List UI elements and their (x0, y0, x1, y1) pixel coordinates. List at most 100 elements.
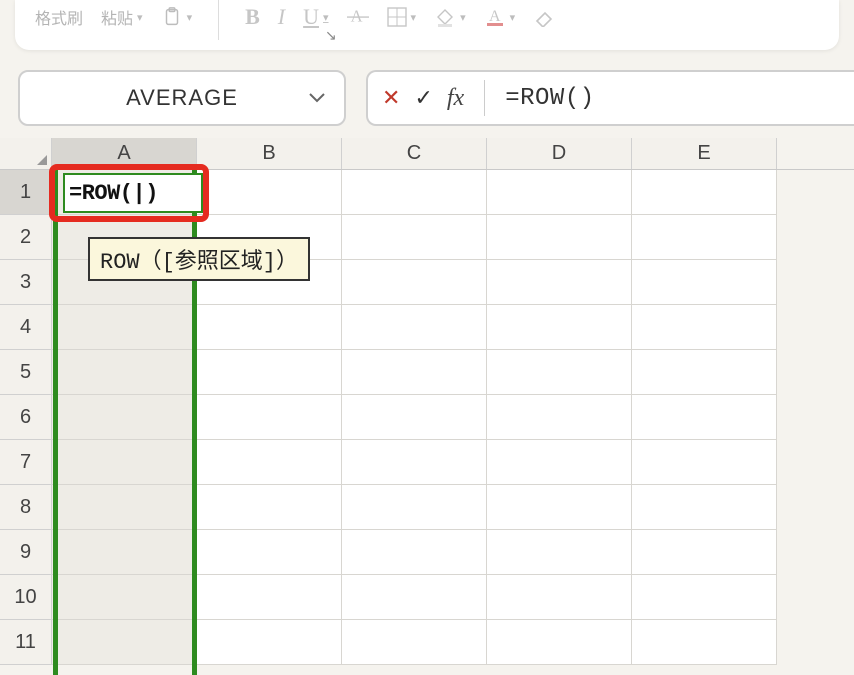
cell[interactable] (342, 215, 487, 260)
cell[interactable] (342, 350, 487, 395)
cell[interactable] (197, 530, 342, 575)
eraser-button[interactable] (533, 7, 555, 27)
cell[interactable] (197, 485, 342, 530)
cell[interactable] (52, 440, 197, 485)
cell[interactable] (487, 575, 632, 620)
font-color-button[interactable]: A ▾ (484, 7, 516, 27)
chevron-down-icon[interactable] (308, 92, 326, 104)
fx-label[interactable]: fx (447, 85, 464, 112)
cell[interactable] (52, 620, 197, 665)
borders-button[interactable]: ▾ (387, 7, 417, 27)
cell[interactable] (342, 305, 487, 350)
cell[interactable] (342, 620, 487, 665)
svg-text:A: A (489, 8, 501, 25)
cell[interactable] (342, 575, 487, 620)
cell-editor-input[interactable]: =ROW(|) (63, 173, 203, 213)
cell[interactable] (52, 575, 197, 620)
clipboard-button[interactable]: ▾ (161, 6, 193, 28)
cell[interactable] (632, 575, 777, 620)
cell[interactable] (197, 170, 342, 215)
cell[interactable] (487, 620, 632, 665)
confirm-button[interactable]: ✓ (414, 85, 432, 111)
row-header[interactable]: 5 (0, 350, 52, 395)
cell[interactable] (342, 440, 487, 485)
cell[interactable] (632, 530, 777, 575)
name-box-value: AVERAGE (126, 85, 238, 111)
bold-button[interactable]: B (245, 4, 260, 30)
cell[interactable] (632, 395, 777, 440)
cell[interactable] (487, 395, 632, 440)
grid-body: 1 2 3 4 5 6 7 8 9 10 11 (0, 170, 854, 665)
cell[interactable] (197, 350, 342, 395)
cell[interactable] (197, 440, 342, 485)
cell[interactable] (487, 215, 632, 260)
cell[interactable] (632, 620, 777, 665)
format-painter-button[interactable]: 格式刷 (35, 5, 83, 29)
column-header-B[interactable]: B (197, 138, 342, 169)
column-header-C[interactable]: C (342, 138, 487, 169)
row-header[interactable]: 4 (0, 305, 52, 350)
cell[interactable] (487, 350, 632, 395)
fill-color-button[interactable]: ▾ (434, 7, 466, 27)
row-header[interactable]: 10 (0, 575, 52, 620)
clipboard-icon (161, 6, 183, 28)
ribbon-toolbar: 格式刷 粘贴 ▾ ▾ B I U▾ A ▾ ▾ A ▾ (15, 0, 839, 50)
cell[interactable] (632, 215, 777, 260)
row-header[interactable]: 1 (0, 170, 52, 215)
formula-input[interactable]: =ROW() (505, 85, 594, 112)
row-header[interactable]: 9 (0, 530, 52, 575)
row-header[interactable]: 7 (0, 440, 52, 485)
cell[interactable] (487, 485, 632, 530)
cell[interactable] (487, 305, 632, 350)
cell[interactable] (487, 260, 632, 305)
column-header-D[interactable]: D (487, 138, 632, 169)
cell[interactable] (632, 350, 777, 395)
cell[interactable] (632, 170, 777, 215)
italic-button[interactable]: I (278, 4, 285, 30)
cell[interactable] (52, 485, 197, 530)
cells-area[interactable]: =ROW(|) ROW（[参照区域]） (52, 170, 854, 665)
cell[interactable] (487, 170, 632, 215)
column-header-E[interactable]: E (632, 138, 777, 169)
select-all-button[interactable] (0, 138, 52, 169)
name-box[interactable]: AVERAGE (18, 70, 346, 126)
dialog-launcher-icon[interactable]: ↘ (325, 27, 337, 44)
row-header[interactable]: 11 (0, 620, 52, 665)
chevron-down-icon: ▾ (510, 11, 516, 24)
cell[interactable] (632, 440, 777, 485)
cell[interactable] (342, 260, 487, 305)
cell[interactable] (342, 485, 487, 530)
cell[interactable] (632, 485, 777, 530)
cell[interactable] (52, 305, 197, 350)
strikethrough-button[interactable]: A (347, 8, 369, 26)
divider (484, 80, 485, 116)
cell[interactable] (342, 395, 487, 440)
cell[interactable] (342, 530, 487, 575)
cell[interactable] (197, 395, 342, 440)
cell[interactable] (197, 620, 342, 665)
row-header[interactable]: 3 (0, 260, 52, 305)
format-painter-label: 格式刷 (35, 5, 83, 29)
row-header[interactable]: 2 (0, 215, 52, 260)
font-color-icon: A (484, 7, 506, 27)
cell[interactable] (632, 260, 777, 305)
cell[interactable] (52, 350, 197, 395)
cell[interactable] (197, 305, 342, 350)
cell[interactable] (197, 575, 342, 620)
borders-icon (387, 7, 407, 27)
paste-button[interactable]: 粘贴 ▾ (101, 5, 143, 29)
formula-bar: ✕ ✓ fx =ROW() (366, 70, 854, 126)
row-header[interactable]: 8 (0, 485, 52, 530)
chevron-down-icon: ▾ (137, 11, 143, 24)
cell[interactable] (342, 170, 487, 215)
row-header[interactable]: 6 (0, 395, 52, 440)
spreadsheet-grid: A B C D E 1 2 3 4 5 6 7 8 9 10 11 (0, 138, 854, 665)
cancel-button[interactable]: ✕ (382, 85, 400, 111)
ribbon-font-group: B I U▾ A ▾ ▾ A ▾ (225, 0, 575, 34)
cell[interactable] (487, 530, 632, 575)
cell[interactable] (632, 305, 777, 350)
cell[interactable] (52, 530, 197, 575)
paste-label: 粘贴 (101, 5, 133, 29)
cell[interactable] (487, 440, 632, 485)
cell[interactable] (52, 395, 197, 440)
